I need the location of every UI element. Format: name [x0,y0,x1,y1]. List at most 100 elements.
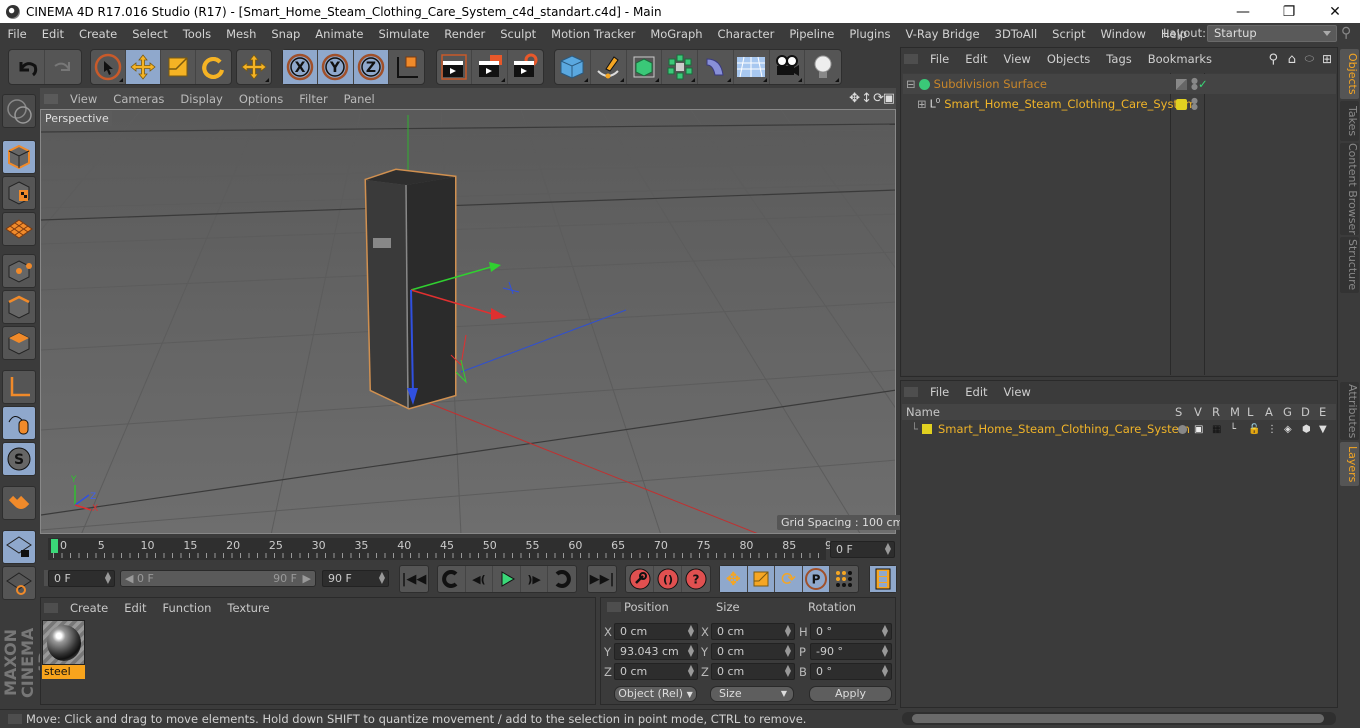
restore-icon[interactable]: ❐ [1266,0,1312,23]
layer-horizontal-scrollbar[interactable] [902,712,1336,725]
size-z-field[interactable]: 0 cm ▲ ▼ [711,663,795,680]
animation-toggle-icon[interactable]: ⋮ [1267,424,1277,435]
layer-color-swatch[interactable] [921,424,932,434]
position-y-field[interactable]: 93.043 cm ▲ ▼ [614,643,698,660]
coordinate-mode-dropdown[interactable]: Object (Rel) ▼ [614,686,697,702]
menu-tools[interactable]: Tools [175,27,218,41]
axis-mode-button[interactable] [2,370,36,404]
planar-workplane-button[interactable] [2,566,36,600]
goto-end-button[interactable]: ▶▶| [588,566,616,592]
render-view-button[interactable] [437,50,473,84]
scrollbar-thumb[interactable] [912,714,1324,723]
current-frame-field[interactable]: 0 F ▲ ▼ [830,541,895,558]
range-right-arrow-icon[interactable]: ▶ [303,571,311,586]
search-icon[interactable]: ⚲ [1268,52,1278,67]
timeline-ruler[interactable]: 051015202530354045505560657075808590 [48,538,839,560]
spinner-arrows-icon[interactable]: ▲ ▼ [688,664,694,678]
viewport-menu-view[interactable]: View [62,92,105,106]
panel-grip[interactable] [44,93,58,104]
menu-vray-bridge[interactable]: V-Ray Bridge [898,27,987,41]
material-menu-create[interactable]: Create [62,601,116,615]
range-left-arrow-icon[interactable]: ◀ [125,571,133,586]
rotation-b-field[interactable]: 0 ° ▲ ▼ [810,663,892,680]
visibility-dots-icon[interactable]: ● ● [1191,97,1198,111]
scale-button[interactable] [161,50,196,84]
tab-objects[interactable]: Objects [1340,49,1359,99]
collapse-icon[interactable]: ⊟ [906,77,916,91]
texture-mode-button[interactable] [2,176,36,210]
prev-frame-button[interactable]: ◀( [466,566,494,592]
pen-spline-button[interactable] [591,50,627,84]
panel-grip[interactable] [8,714,22,724]
key-pla-button[interactable] [830,566,858,592]
generators-toggle-icon[interactable]: ◈ [1284,424,1292,435]
play-button[interactable] [493,566,521,592]
keyframe-selection-button[interactable]: ? [682,566,710,592]
add-cube-button[interactable] [555,50,591,84]
record-key-button[interactable] [626,566,654,592]
panel-grip[interactable] [44,603,58,613]
manager-toggle-icon[interactable]: └ [1230,424,1236,435]
deformers-toggle-icon[interactable]: ⬢ [1302,424,1311,435]
column-render[interactable]: R [1212,405,1220,419]
home-icon[interactable]: ⌂ [1288,52,1296,67]
layers-menu-edit[interactable]: Edit [957,385,995,399]
render-picture-viewer-button[interactable] [472,50,508,84]
solo-button[interactable]: S [2,442,36,476]
column-visible[interactable]: V [1194,405,1202,419]
polygons-mode-button[interactable] [2,326,36,360]
tab-structure[interactable]: Structure [1340,237,1359,293]
snap-button[interactable] [2,486,36,520]
frame-range-slider[interactable]: ◀ 0 F 90 F ▶ [120,570,316,587]
column-deformers[interactable]: D [1301,405,1310,419]
column-locked[interactable]: L [1247,405,1253,419]
viewport-menu-panel[interactable]: Panel [336,92,383,106]
menu-snap[interactable]: Snap [264,27,308,41]
zoom-view-icon[interactable]: ↕ [861,91,872,106]
menu-simulate[interactable]: Simulate [371,27,437,41]
y-axis-button[interactable]: Y [318,50,354,84]
subdivision-surface-button[interactable] [627,50,663,84]
objects-menu-view[interactable]: View [996,52,1039,66]
objects-menu-file[interactable]: File [922,52,957,66]
menu-character[interactable]: Character [710,27,782,41]
layout-dropdown[interactable]: Startup [1207,25,1337,42]
editor-render-toggle-icon[interactable] [1176,78,1187,90]
tweak-mode-button[interactable] [2,406,36,440]
light-button[interactable] [805,50,841,84]
visible-toggle-icon[interactable]: ▣ [1194,424,1203,435]
floor-button[interactable] [734,50,770,84]
pan-view-icon[interactable]: ✥ [849,91,860,106]
menu-motion-tracker[interactable]: Motion Tracker [544,27,643,41]
prev-key-button[interactable] [438,566,466,592]
tab-takes[interactable]: Takes [1340,101,1359,141]
spinner-arrows-icon[interactable]: ▲ ▼ [885,542,891,556]
spinner-arrows-icon[interactable]: ▲ ▼ [785,644,791,658]
new-window-icon[interactable]: ⊞ [1322,52,1332,66]
menu-select[interactable]: Select [125,27,175,41]
menu-3dtoall[interactable]: 3DToAll [987,27,1045,41]
panel-grip[interactable] [904,54,918,64]
objects-menu-edit[interactable]: Edit [957,52,995,66]
size-y-field[interactable]: 0 cm ▲ ▼ [711,643,795,660]
redo-button[interactable] [45,50,81,84]
panel-grip[interactable] [904,387,918,397]
menu-sculpt[interactable]: Sculpt [493,27,544,41]
column-name[interactable]: Name [906,405,940,419]
layer-row[interactable]: └ Smart_Home_Steam_Clothing_Care_System … [903,420,1336,438]
size-mode-dropdown[interactable]: Size ▼ [710,686,794,702]
coordinate-system-button[interactable] [389,50,424,84]
tab-layers[interactable]: Layers [1340,442,1359,486]
menu-edit[interactable]: Edit [34,27,71,41]
material-menu-function[interactable]: Function [155,601,220,615]
camera-button[interactable] [770,50,806,84]
spinner-arrows-icon[interactable]: ▲ ▼ [785,624,791,638]
move-button[interactable] [126,50,161,84]
timeline-window-button[interactable] [870,566,896,592]
menu-animate[interactable]: Animate [308,27,371,41]
lock-toggle-icon[interactable]: 🔓 [1248,424,1260,435]
position-z-field[interactable]: 0 cm ▲ ▼ [614,663,698,680]
maximize-view-icon[interactable]: ▣ [883,91,895,106]
viewport-menu-filter[interactable]: Filter [291,92,335,106]
material-swatch[interactable] [42,620,85,665]
